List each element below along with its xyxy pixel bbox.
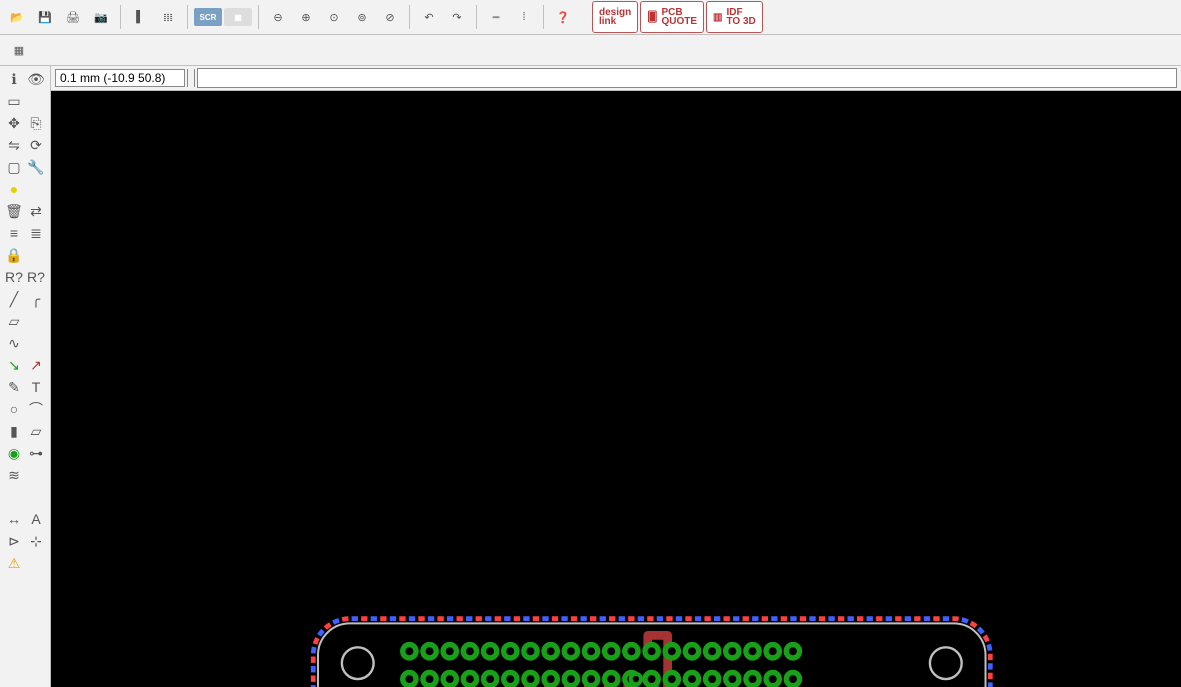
r2-icon[interactable]: R? bbox=[25, 266, 47, 288]
circle-icon[interactable]: ○ bbox=[3, 398, 25, 420]
swap-icon[interactable]: ⇄ bbox=[25, 200, 47, 222]
via-icon[interactable]: ◉ bbox=[3, 442, 25, 464]
lock-icon[interactable]: ≡ bbox=[3, 222, 25, 244]
spacer bbox=[25, 486, 47, 508]
rotate-icon[interactable]: ⟳ bbox=[25, 134, 47, 156]
rect-icon[interactable]: ▮ bbox=[3, 420, 25, 442]
layers-icon[interactable]: 𝍖 bbox=[155, 4, 181, 30]
spacer bbox=[25, 310, 47, 332]
cam-icon[interactable]: 📷 bbox=[88, 4, 114, 30]
group-icon[interactable]: ▢ bbox=[3, 156, 25, 178]
zoom-redraw-icon[interactable]: ⊘ bbox=[377, 4, 403, 30]
spacer bbox=[25, 244, 47, 266]
design-link-button-label: design link bbox=[599, 8, 631, 26]
go-icon[interactable]: ⁞ bbox=[511, 4, 537, 30]
eye-icon[interactable]: 👁 bbox=[25, 68, 47, 90]
coord-readout: 0.1 mm (-10.9 50.8) bbox=[55, 69, 185, 87]
zoom-in-icon[interactable]: ⊕ bbox=[293, 4, 319, 30]
net-icon[interactable]: ↘ bbox=[3, 354, 25, 376]
spacer bbox=[25, 464, 47, 486]
open-icon[interactable]: 📂 bbox=[4, 4, 30, 30]
cmd-sep bbox=[187, 69, 195, 87]
arc-icon[interactable]: ╭ bbox=[25, 288, 47, 310]
scr-icon[interactable]: SCR bbox=[194, 8, 222, 26]
stack-icon[interactable]: ≋ bbox=[3, 464, 25, 486]
coord-bar: 0.1 mm (-10.9 50.8) bbox=[51, 66, 1181, 91]
zoom-fit-icon[interactable]: ⊙ bbox=[321, 4, 347, 30]
zoom-sel-icon[interactable]: ⊚ bbox=[349, 4, 375, 30]
idf-3d-button[interactable]: ▥ IDF TO 3D bbox=[706, 1, 763, 33]
wrench-icon[interactable]: 🔧 bbox=[25, 156, 47, 178]
left-tool-panel: ℹ👁▭✥⎘⇋⟳▢🔧●🗑⇄≡≣🔒R?R?╱╭▱∿↘↗✎T○⌒▮▱◉⊶≋↔A⊳⊹⚠ bbox=[0, 66, 51, 687]
zoom-out-icon[interactable]: ⊖ bbox=[265, 4, 291, 30]
design-link-button[interactable]: design link bbox=[592, 1, 638, 33]
undo-icon[interactable]: ↶ bbox=[416, 4, 442, 30]
net2-icon[interactable]: ↗ bbox=[25, 354, 47, 376]
ulp-icon[interactable]: ▦ bbox=[224, 8, 252, 26]
text-icon[interactable]: T bbox=[25, 376, 47, 398]
stop-icon[interactable]: ━ bbox=[483, 4, 509, 30]
redo-icon[interactable]: ↷ bbox=[444, 4, 470, 30]
poly-icon[interactable]: ▱ bbox=[3, 310, 25, 332]
unlock-icon[interactable]: ≣ bbox=[25, 222, 47, 244]
move-icon[interactable]: ✥ bbox=[3, 112, 25, 134]
mirror-icon[interactable]: ⇋ bbox=[3, 134, 25, 156]
spacer bbox=[3, 486, 25, 508]
save-icon[interactable]: 💾 bbox=[32, 4, 58, 30]
help-icon[interactable]: ❓ bbox=[550, 4, 576, 30]
pcb-quote-button[interactable]: 🂠 PCB QUOTE bbox=[640, 1, 704, 33]
warn-icon[interactable]: ⚠ bbox=[3, 552, 25, 574]
command-input[interactable] bbox=[197, 68, 1177, 88]
spacer bbox=[25, 552, 47, 574]
pcb-quote-button-icon: 🂠 bbox=[647, 12, 657, 23]
line-icon[interactable]: ╱ bbox=[3, 288, 25, 310]
label-icon[interactable]: A bbox=[25, 508, 47, 530]
copy-icon[interactable]: ⎘ bbox=[25, 112, 47, 134]
print-icon[interactable]: 🖨 bbox=[60, 4, 86, 30]
board-canvas[interactable] bbox=[51, 91, 1181, 687]
second-toolbar: ▦ bbox=[0, 35, 1181, 66]
grid-icon[interactable]: ▦ bbox=[6, 37, 32, 63]
main-area: ℹ👁▭✥⎘⇋⟳▢🔧●🗑⇄≡≣🔒R?R?╱╭▱∿↘↗✎T○⌒▮▱◉⊶≋↔A⊳⊹⚠ … bbox=[0, 66, 1181, 687]
info-icon[interactable]: ℹ bbox=[3, 68, 25, 90]
spacer bbox=[25, 178, 47, 200]
bus-icon[interactable]: ⊶ bbox=[25, 442, 47, 464]
probe-icon[interactable]: ⊹ bbox=[25, 530, 47, 552]
idf-3d-button-label: IDF TO 3D bbox=[726, 8, 755, 26]
arc2-icon[interactable]: ⌒ bbox=[25, 398, 47, 420]
lock2-icon[interactable]: 🔒 bbox=[3, 244, 25, 266]
r1-icon[interactable]: R? bbox=[3, 266, 25, 288]
layer-icon[interactable]: ▭ bbox=[3, 90, 25, 112]
sym-icon[interactable]: ⊳ bbox=[3, 530, 25, 552]
pen-icon[interactable]: ✎ bbox=[3, 376, 25, 398]
page-icon[interactable]: ▱ bbox=[25, 420, 47, 442]
idf-3d-button-icon: ▥ bbox=[713, 12, 722, 23]
lamp-icon[interactable]: ● bbox=[3, 178, 25, 200]
pcb-quote-button-label: PCB QUOTE bbox=[661, 8, 697, 26]
board-icon[interactable]: ▌ bbox=[127, 4, 153, 30]
editor-column: 0.1 mm (-10.9 50.8) bbox=[51, 66, 1181, 687]
trash-icon[interactable]: 🗑 bbox=[3, 200, 25, 222]
board-svg[interactable] bbox=[51, 91, 1181, 687]
dim-icon[interactable]: ↔ bbox=[3, 508, 25, 530]
spacer bbox=[25, 90, 47, 112]
wave-icon[interactable]: ∿ bbox=[3, 332, 25, 354]
top-toolbar: 📂💾🖨📷 ▌𝍖 SCR▦ ⊖⊕⊙⊚⊘ ↶↷ ━⁞ ❓ design link 🂠 PCB QUOT… bbox=[0, 0, 1181, 35]
spacer bbox=[25, 332, 47, 354]
